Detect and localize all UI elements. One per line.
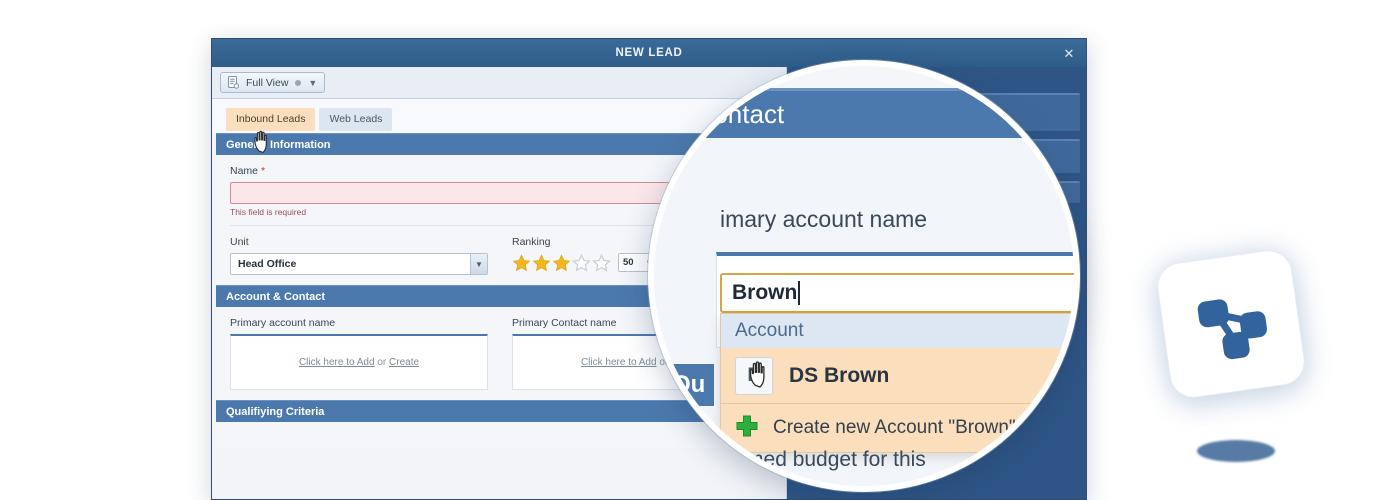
unit-selected-value: Head Office (238, 258, 297, 270)
primary-account-field: Primary account name Click here to Add o… (230, 317, 488, 390)
ranking-label: Ranking (512, 236, 551, 248)
status-dot (295, 79, 302, 86)
tab-inbound-leads-label: Inbound Leads (236, 112, 306, 125)
unit-label: Unit (230, 236, 249, 248)
zoom-confirmed-budget-label: Confirmed budget for this (690, 448, 926, 471)
avatar: D (735, 356, 773, 395)
zoom-create-new-account-option[interactable]: Create new Account "Brown" (721, 404, 1074, 452)
name-label-text: Name (230, 165, 259, 177)
primary-account-create-link[interactable]: Create (389, 357, 419, 368)
document-view-icon (228, 76, 239, 89)
zoom-menu-item-ds-brown[interactable]: D DS Brown (721, 348, 1074, 404)
zoom-create-new-account-label: Create new Account "Brown" (773, 417, 1016, 438)
zoom-account-search-input[interactable]: Brown (720, 273, 1074, 313)
plus-icon (736, 415, 758, 437)
dropzone-or-text: or (377, 357, 387, 368)
zoom-menu-item-label: DS Brown (789, 363, 890, 387)
zoom-qualifying-header: Qu (654, 364, 714, 406)
ranking-value: 50 (623, 257, 634, 268)
primary-contact-add-link[interactable]: Click here to Add (581, 357, 657, 368)
star-empty-icon[interactable] (592, 253, 611, 272)
magnifier-lens: & Contact Qu imary account name Brown Ac… (648, 60, 1080, 492)
logo-card (1154, 247, 1308, 401)
radio-unchecked-icon[interactable] (1004, 450, 1024, 470)
zoom-primary-account-label: imary account name (720, 206, 928, 232)
zoom-qualifying-label: Qu (672, 371, 706, 398)
magnifier-content: & Contact Qu imary account name Brown Ac… (654, 66, 1074, 486)
product-logo (1154, 247, 1325, 462)
close-icon[interactable]: ✕ (1060, 44, 1078, 62)
section-title-account-contact: Account & Contact (226, 290, 325, 303)
zoom-section-title: & Contact (670, 99, 785, 129)
ranking-stars[interactable]: 50 % (512, 253, 660, 272)
unit-field: Unit Head Office ▼ (230, 236, 488, 275)
dialog-title-bar: NEW LEAD ✕ (212, 39, 1086, 67)
ranking-field: Ranking 50 % (512, 236, 660, 275)
chevron-down-icon[interactable]: ▼ (308, 78, 317, 88)
zoom-autocomplete-menu: Account D DS Brown Create new Account "B… (720, 313, 1074, 453)
section-title-qualifying: Qualifiying Criteria (226, 405, 325, 418)
tab-inbound-leads[interactable]: Inbound Leads (226, 107, 316, 131)
primary-account-dropzone[interactable]: Click here to Add or Create (230, 334, 488, 390)
primary-account-add-link[interactable]: Click here to Add (299, 357, 375, 368)
full-view-label: Full View (246, 76, 289, 89)
unit-select[interactable]: Head Office ▼ (230, 253, 488, 275)
zoom-search-value: Brown (732, 281, 798, 304)
tab-web-leads[interactable]: Web Leads (319, 107, 393, 131)
star-filled-icon[interactable] (552, 253, 571, 272)
required-marker: * (260, 165, 266, 177)
page-title: NEW LEAD (615, 47, 683, 59)
chevron-down-icon[interactable]: ▼ (470, 254, 487, 274)
full-view-button[interactable]: Full View ▼ (220, 72, 326, 93)
network-nodes-logo-icon (1197, 299, 1267, 360)
text-caret (798, 281, 801, 305)
logo-shadow (1197, 440, 1275, 462)
star-empty-icon[interactable] (572, 253, 591, 272)
screenshot-root: NEW LEAD ✕ Full View ▼ Inbound Leads Web… (0, 0, 1400, 500)
star-filled-icon[interactable] (512, 253, 531, 272)
zoom-menu-group-header: Account (721, 314, 1074, 348)
zoom-section-header: & Contact (654, 88, 1074, 138)
star-filled-icon[interactable] (532, 253, 551, 272)
tab-web-leads-label: Web Leads (329, 112, 383, 125)
section-title-general: General Information (226, 138, 331, 151)
primary-account-label: Primary account name (230, 317, 336, 329)
